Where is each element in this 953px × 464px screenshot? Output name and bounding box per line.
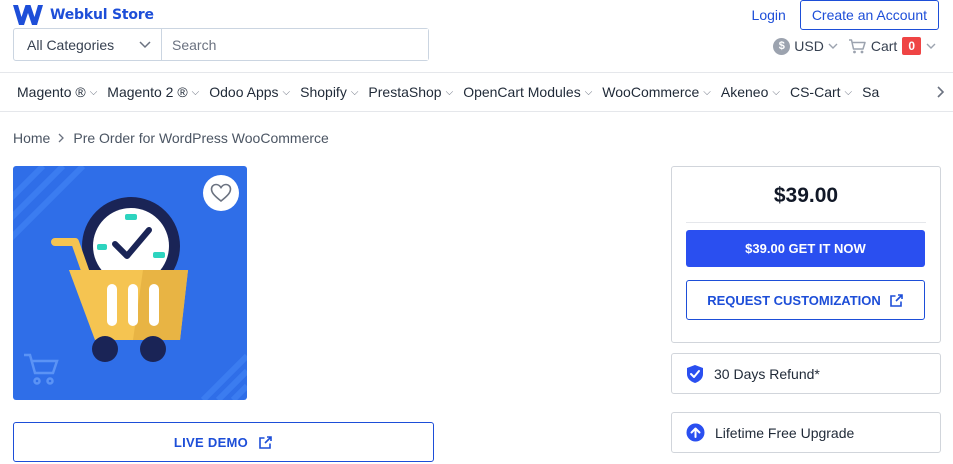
heart-icon xyxy=(210,183,232,203)
external-link-icon xyxy=(259,435,272,449)
shield-check-icon xyxy=(687,364,703,383)
currency-label: USD xyxy=(794,38,824,54)
chevron-down-icon: ⌵ xyxy=(191,86,200,98)
live-demo-label: LIVE DEMO xyxy=(173,434,249,450)
brand-name: Webkul Store xyxy=(50,7,154,23)
breadcrumb-home[interactable]: Home xyxy=(13,130,50,146)
chevron-right-icon xyxy=(937,86,945,98)
chevron-down-icon: ⌵ xyxy=(584,86,593,98)
product-price: $39.00 xyxy=(773,184,839,207)
cart-button[interactable]: Cart 0 xyxy=(848,37,936,55)
nav-item-magento[interactable]: Magento ® ⌵ xyxy=(17,84,97,100)
search-bar: All Categories xyxy=(13,28,429,61)
category-select[interactable]: All Categories xyxy=(14,29,162,60)
product-image[interactable] xyxy=(13,166,247,400)
chevron-down-icon: ⌵ xyxy=(772,86,780,98)
refund-perk: 30 Days Refund* xyxy=(671,353,941,394)
search-input[interactable] xyxy=(162,29,428,60)
nav-item-opencart[interactable]: OpenCart Modules ⌵ xyxy=(463,84,592,100)
cart-count-badge: 0 xyxy=(902,37,921,55)
upgrade-perk: Lifetime Free Upgrade xyxy=(671,412,941,453)
login-link[interactable]: Login xyxy=(752,7,786,23)
purchase-panel: $39.00 $39.00 GET IT NOW REQUEST CUSTOMI… xyxy=(671,166,941,343)
chevron-down-icon: ⌵ xyxy=(703,86,711,98)
currency-selector[interactable]: $ USD xyxy=(773,37,838,55)
chevron-down-icon xyxy=(828,43,838,49)
nav-item-woocommerce[interactable]: WooCommerce ⌵ xyxy=(602,84,711,100)
main-nav: Magento ® ⌵ Magento 2 ® ⌵ Odoo Apps ⌵ Shopi… xyxy=(0,72,953,112)
create-account-button[interactable]: Create an Account xyxy=(799,0,939,30)
get-it-now-button[interactable]: $39.00 GET IT NOW xyxy=(686,230,925,267)
live-demo-button[interactable]: LIVE DEMO xyxy=(13,422,434,462)
chevron-down-icon: ⌵ xyxy=(282,86,291,98)
upgrade-arrow-icon xyxy=(686,423,705,442)
webkul-logo-icon xyxy=(13,5,43,25)
chevron-down-icon: ⌵ xyxy=(844,86,853,98)
wishlist-button[interactable] xyxy=(203,175,239,211)
chevron-down-icon: ⌵ xyxy=(350,86,359,98)
breadcrumb-current: Pre Order for WordPress WooCommerce xyxy=(73,130,329,146)
nav-item-odoo-apps[interactable]: Odoo Apps ⌵ xyxy=(209,84,290,100)
nav-item-cs-cart[interactable]: CS-Cart ⌵ xyxy=(790,84,852,100)
brand-logo[interactable]: Webkul Store xyxy=(12,4,154,26)
divider xyxy=(686,222,926,223)
category-select-value: All Categories xyxy=(27,36,115,53)
nav-item-akeneo[interactable]: Akeneo ⌵ xyxy=(721,84,780,100)
nav-item-sa[interactable]: Sa xyxy=(862,84,879,100)
refund-label: 30 Days Refund* xyxy=(714,365,820,382)
external-link-icon xyxy=(889,293,903,307)
nav-item-shopify[interactable]: Shopify ⌵ xyxy=(300,84,358,100)
chevron-down-icon xyxy=(139,40,151,48)
chevron-right-icon xyxy=(58,133,65,143)
chevron-down-icon xyxy=(926,43,936,49)
request-customization-button[interactable]: REQUEST CUSTOMIZATION xyxy=(686,280,925,320)
breadcrumb: Home Pre Order for WordPress WooCommerce xyxy=(13,130,329,146)
chevron-down-icon: ⌵ xyxy=(89,86,98,98)
upgrade-label: Lifetime Free Upgrade xyxy=(715,424,855,441)
chevron-down-icon: ⌵ xyxy=(445,86,454,98)
nav-scroll-right-button[interactable] xyxy=(893,73,953,111)
nav-item-prestashop[interactable]: PrestaShop ⌵ xyxy=(368,84,453,100)
request-customization-label: REQUEST CUSTOMIZATION xyxy=(707,292,881,308)
cart-icon xyxy=(848,38,866,53)
dollar-coin-icon: $ xyxy=(773,37,791,55)
cart-label: Cart xyxy=(870,38,898,54)
nav-item-magento-2[interactable]: Magento 2 ® ⌵ xyxy=(107,84,199,100)
